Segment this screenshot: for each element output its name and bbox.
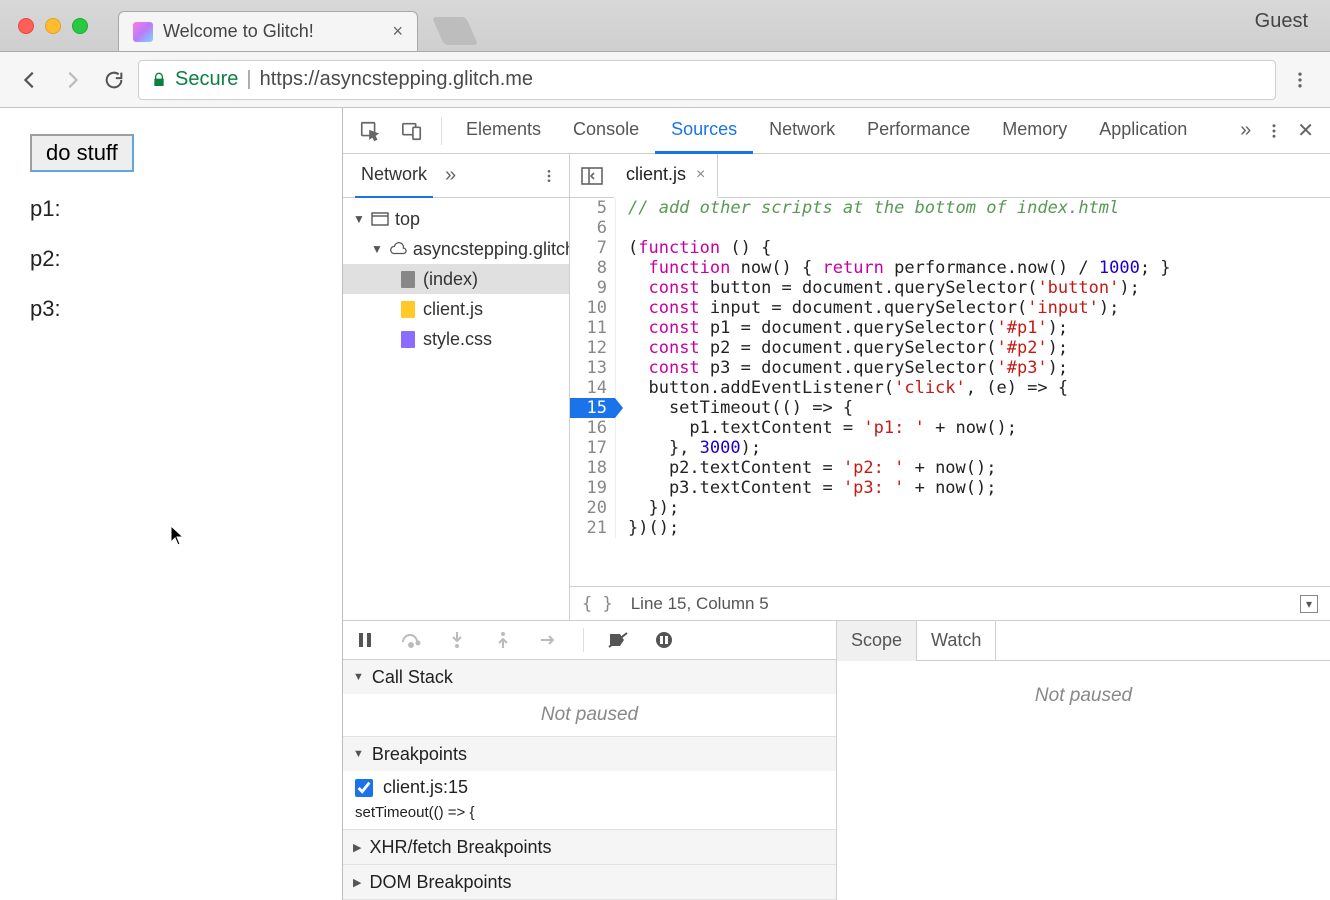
navigator-menu-icon[interactable] [541, 168, 557, 184]
editor-file-tab[interactable]: client.js × [614, 154, 718, 198]
tab-application[interactable]: Application [1083, 108, 1203, 154]
page-viewport: do stuff p1: p2: p3: [0, 108, 343, 900]
step-over-button [399, 628, 423, 652]
deactivate-breakpoints-button[interactable] [606, 628, 630, 652]
browser-tab[interactable]: Welcome to Glitch! × [118, 11, 418, 51]
tree-file-label: (index) [423, 269, 478, 290]
maximize-window-button[interactable] [72, 18, 88, 34]
tree-top[interactable]: ▼ top [343, 204, 569, 234]
section-title: XHR/fetch Breakpoints [369, 837, 551, 858]
section-title: Breakpoints [372, 744, 467, 765]
p2-label: p2: [30, 246, 312, 272]
document-icon [401, 271, 415, 288]
tree-top-label: top [395, 209, 420, 230]
scope-not-paused: Not paused [837, 675, 1330, 717]
sources-navigator: Network » ▼ top ▼ asyncstepp [343, 154, 570, 620]
url-text: https://asyncstepping.glitch.me [260, 68, 533, 91]
tab-watch[interactable]: Watch [917, 621, 996, 661]
breakpoint-item[interactable]: client.js:15 [343, 771, 836, 804]
inspect-icon[interactable] [353, 114, 387, 148]
new-tab-button[interactable] [432, 17, 478, 45]
toggle-navigator-icon[interactable] [574, 158, 610, 194]
devtools-menu-icon[interactable] [1265, 122, 1283, 140]
device-toggle-icon[interactable] [395, 114, 429, 148]
tab-scope[interactable]: Scope [837, 621, 917, 661]
p1-label: p1: [30, 196, 312, 222]
tab-elements[interactable]: Elements [450, 108, 557, 154]
favicon [133, 22, 153, 42]
step-into-button [445, 628, 469, 652]
pause-on-exceptions-button[interactable] [652, 628, 676, 652]
close-window-button[interactable] [18, 18, 34, 34]
editor-status-bar: { } Line 15, Column 5 ▾ [570, 586, 1330, 620]
tree-domain-label: asyncstepping.glitch.me [413, 239, 569, 260]
forward-button [54, 62, 90, 98]
file-tree: ▼ top ▼ asyncstepping.glitch.me (index) [343, 198, 569, 360]
section-breakpoints: ▼Breakpoints client.js:15 setTimeout(() … [343, 737, 836, 830]
status-dropdown-icon[interactable]: ▾ [1300, 595, 1318, 613]
devtools: Elements Console Sources Network Perform… [343, 108, 1330, 900]
navigator-more-icon[interactable]: » [445, 164, 456, 187]
close-tab-icon[interactable]: × [392, 21, 403, 42]
browser-tabstrip: Welcome to Glitch! × Guest [0, 0, 1330, 52]
section-dom-breakpoints: ▶DOM Breakpoints [343, 865, 836, 900]
section-title: DOM Breakpoints [369, 872, 511, 893]
window-controls [18, 18, 88, 34]
cursor-position: Line 15, Column 5 [631, 594, 769, 614]
minimize-window-button[interactable] [45, 18, 61, 34]
devtools-tabbar: Elements Console Sources Network Perform… [343, 108, 1330, 154]
lock-icon [151, 72, 167, 88]
navigator-tab-network[interactable]: Network [355, 154, 433, 198]
step-button [537, 628, 561, 652]
pretty-print-icon[interactable]: { } [582, 594, 613, 614]
profile-label[interactable]: Guest [1255, 10, 1308, 41]
breakpoint-checkbox[interactable] [355, 779, 373, 797]
section-title: Call Stack [372, 667, 453, 688]
section-xhr-breakpoints: ▶XHR/fetch Breakpoints [343, 830, 836, 865]
code-area[interactable]: 5// add other scripts at the bottom of i… [570, 198, 1330, 586]
code-editor: client.js × 5// add other scripts at the… [570, 154, 1330, 620]
js-file-icon [401, 301, 415, 318]
url-separator: | [246, 68, 251, 91]
browser-menu-icon[interactable] [1282, 62, 1318, 98]
tab-console[interactable]: Console [557, 108, 655, 154]
tab-title: Welcome to Glitch! [163, 21, 314, 42]
tree-file-label: style.css [423, 329, 492, 350]
window-icon [371, 210, 389, 228]
do-stuff-button[interactable]: do stuff [30, 134, 134, 172]
editor-file-name: client.js [626, 164, 686, 185]
tab-memory[interactable]: Memory [986, 108, 1083, 154]
tree-file-stylecss[interactable]: style.css [343, 324, 569, 354]
debugger-toolbar [343, 621, 836, 660]
close-file-icon[interactable]: × [696, 166, 705, 184]
tab-sources[interactable]: Sources [655, 108, 753, 154]
back-button[interactable] [12, 62, 48, 98]
section-call-stack: ▼Call Stack Not paused [343, 660, 836, 737]
p3-label: p3: [30, 296, 312, 322]
close-devtools-icon[interactable]: ✕ [1297, 118, 1314, 143]
more-tabs-icon[interactable]: » [1240, 119, 1251, 142]
tree-file-index[interactable]: (index) [343, 264, 569, 294]
pause-button[interactable] [353, 628, 377, 652]
address-bar[interactable]: Secure | https://asyncstepping.glitch.me [138, 60, 1276, 100]
reload-button[interactable] [96, 62, 132, 98]
tree-domain[interactable]: ▼ asyncstepping.glitch.me [343, 234, 569, 264]
call-stack-not-paused: Not paused [343, 694, 836, 736]
tree-file-clientjs[interactable]: client.js [343, 294, 569, 324]
browser-toolbar: Secure | https://asyncstepping.glitch.me [0, 52, 1330, 108]
step-out-button [491, 628, 515, 652]
tree-file-label: client.js [423, 299, 483, 320]
tab-performance[interactable]: Performance [851, 108, 986, 154]
cursor-icon [170, 526, 184, 546]
cloud-icon [389, 240, 407, 258]
secure-label: Secure [175, 68, 238, 91]
tab-network[interactable]: Network [753, 108, 851, 154]
css-file-icon [401, 331, 415, 348]
debugger-drawer: ▼Call Stack Not paused ▼Breakpoints clie… [343, 620, 1330, 900]
breakpoint-code: setTimeout(() => { [343, 804, 836, 829]
breakpoint-label: client.js:15 [383, 777, 468, 798]
